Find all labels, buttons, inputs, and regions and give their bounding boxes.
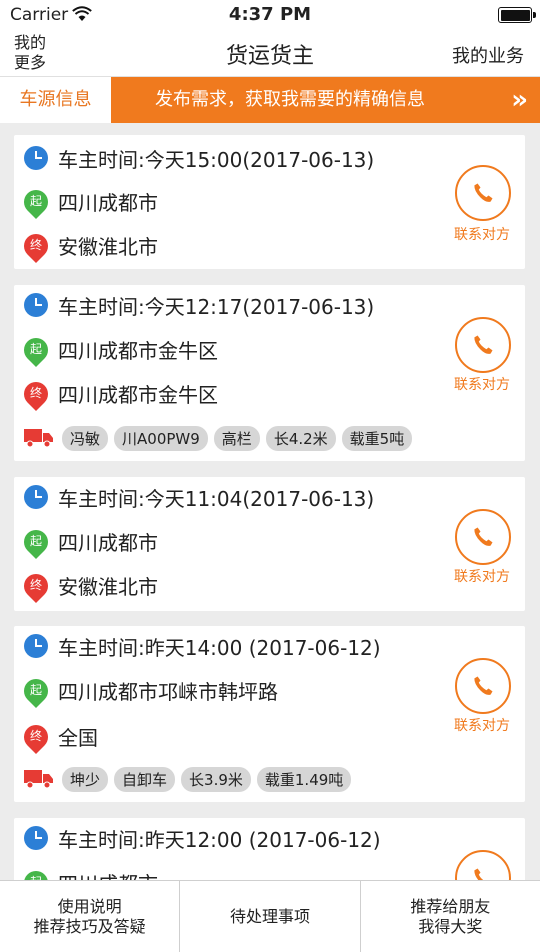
start-pin-icon: 起 (19, 185, 53, 219)
tab-vehicle-source[interactable]: 车源信息 (0, 77, 111, 123)
owner-time: 车主时间:昨天12:00 (2017-06-12) (58, 827, 381, 852)
phone-icon[interactable] (455, 509, 511, 565)
start-pin-icon: 起 (19, 866, 53, 880)
list-item[interactable]: 车主时间:今天15:00(2017-06-13) 起四川成都市 终安徽淮北市 联… (14, 135, 525, 269)
phone-icon[interactable] (455, 658, 511, 714)
nav-bar: 我的 更多 货运货主 我的业务 (0, 30, 540, 76)
status-bar: Carrier 4:37 PM (0, 0, 540, 30)
start-pin-icon: 起 (19, 525, 53, 559)
tab-pending-tasks[interactable]: 待处理事项 (180, 881, 361, 952)
list-item[interactable]: 车主时间:昨天14:00 (2017-06-12) 起四川成都市邛崃市韩坪路 终… (14, 626, 525, 802)
tag-length: 长3.9米 (181, 766, 251, 792)
origin: 四川成都市金牛区 (58, 338, 218, 363)
list-item[interactable]: 车主时间:昨天12:00 (2017-06-12) 起四川成都市 (14, 818, 525, 880)
contact-button[interactable]: 联系对方 (451, 374, 513, 394)
tag-plate: 川A00PW9 (114, 425, 208, 451)
clock-time: 4:37 PM (228, 4, 312, 25)
destination: 安徽淮北市 (58, 234, 158, 259)
tag-driver: 冯敏 (62, 425, 109, 451)
contact-button[interactable]: 联系对方 (451, 566, 513, 586)
origin: 四川成都市邛崃市韩坪路 (58, 679, 278, 704)
banner: 车源信息 发布需求，获取我需要的精确信息 » (0, 76, 540, 123)
battery-icon (498, 7, 536, 23)
origin: 四川成都市 (58, 190, 158, 215)
origin: 四川成都市 (58, 530, 158, 555)
clock-icon (24, 485, 48, 509)
list-item[interactable]: 车主时间:今天12:17(2017-06-13) 起四川成都市金牛区 终四川成都… (14, 285, 525, 461)
end-pin-icon: 终 (19, 377, 53, 411)
clock-icon (24, 293, 48, 317)
clock-icon (24, 826, 48, 850)
end-pin-icon: 终 (19, 569, 53, 603)
list-item[interactable]: 车主时间:今天11:04(2017-06-13) 起四川成都市 终安徽淮北市 联… (14, 477, 525, 611)
tag-driver: 坤少 (62, 766, 109, 792)
phone-icon[interactable] (455, 317, 511, 373)
tag-load: 载重1.49吨 (256, 766, 352, 792)
start-pin-icon: 起 (19, 674, 53, 708)
publish-demand-banner[interactable]: 发布需求，获取我需要的精确信息 » (111, 77, 540, 123)
my-business-button[interactable]: 我的业务 (452, 42, 524, 68)
tag-vehicle-type: 自卸车 (114, 766, 176, 792)
my-more-button[interactable]: 我的 更多 (14, 33, 54, 73)
destination: 安徽淮北市 (58, 574, 158, 599)
tab-instructions[interactable]: 使用说明 推荐技巧及答疑 (0, 881, 181, 952)
owner-time: 车主时间:今天12:17(2017-06-13) (58, 294, 375, 319)
truck-icon (24, 770, 53, 789)
phone-icon[interactable] (455, 165, 511, 221)
owner-time: 车主时间:今天15:00(2017-06-13) (58, 147, 375, 172)
clock-icon (24, 146, 48, 170)
truck-icon (24, 429, 53, 448)
phone-icon[interactable] (455, 850, 511, 880)
tag-load: 载重5吨 (341, 425, 413, 451)
owner-time: 车主时间:昨天14:00 (2017-06-12) (58, 635, 381, 660)
tab-recommend-friends[interactable]: 推荐给朋友 我得大奖 (361, 881, 540, 952)
end-pin-icon: 终 (19, 720, 53, 754)
publish-demand-text: 发布需求，获取我需要的精确信息 (155, 89, 425, 110)
contact-button[interactable]: 联系对方 (451, 715, 513, 735)
tag-vehicle-type: 高栏 (213, 425, 260, 451)
destination: 四川成都市金牛区 (58, 382, 218, 407)
origin: 四川成都市 (58, 868, 158, 881)
tag-length: 长4.2米 (265, 425, 336, 451)
end-pin-icon: 终 (19, 229, 53, 263)
double-chevron-right-icon: » (511, 85, 528, 115)
clock-icon (24, 634, 48, 658)
owner-time: 车主时间:今天11:04(2017-06-13) (58, 486, 375, 511)
bottom-toolbar: 使用说明 推荐技巧及答疑 待处理事项 推荐给朋友 我得大奖 (0, 880, 540, 952)
contact-button[interactable]: 联系对方 (451, 224, 513, 244)
destination: 全国 (58, 725, 98, 750)
start-pin-icon: 起 (19, 333, 53, 367)
vehicle-list[interactable]: 车主时间:今天15:00(2017-06-13) 起四川成都市 终安徽淮北市 联… (0, 123, 540, 880)
